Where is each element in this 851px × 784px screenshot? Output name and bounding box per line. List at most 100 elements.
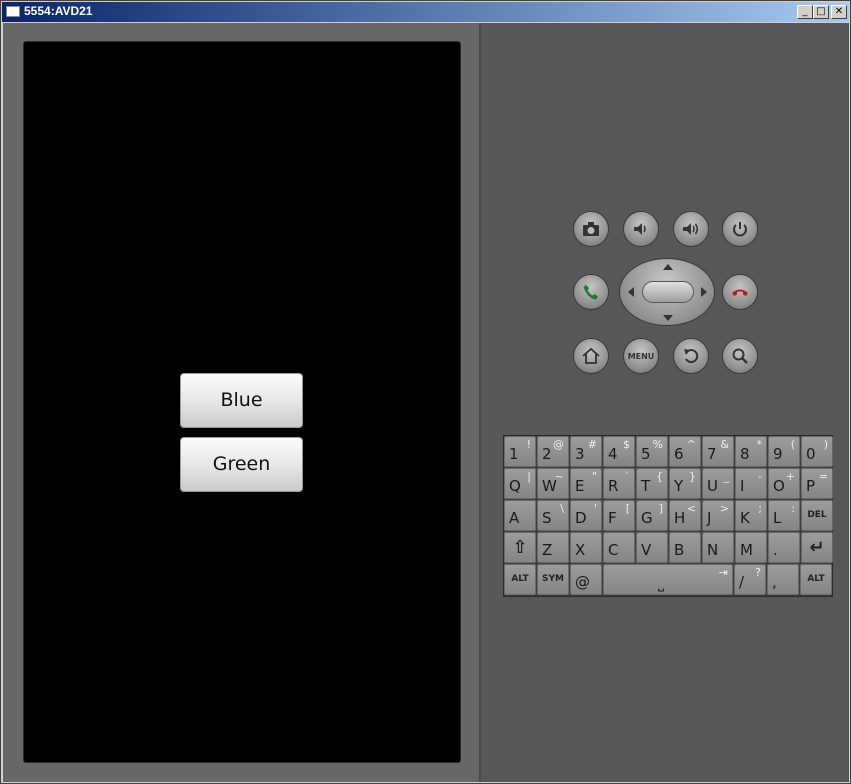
key-0[interactable]: 0) xyxy=(801,436,833,467)
maximize-button[interactable]: □ xyxy=(813,5,829,19)
key-q[interactable]: Q | xyxy=(504,468,536,499)
key-sublabel: # xyxy=(587,438,597,451)
key-z[interactable]: Z xyxy=(537,532,569,563)
key-label: ↵ xyxy=(809,537,825,558)
key-v[interactable]: V xyxy=(636,532,668,563)
key-a[interactable]: A xyxy=(504,500,536,531)
power-button[interactable] xyxy=(722,211,758,247)
key-l[interactable]: L: xyxy=(768,500,800,531)
back-button[interactable] xyxy=(673,338,709,374)
key-r[interactable]: R ` xyxy=(603,468,635,499)
volume-up-button[interactable] xyxy=(673,211,709,247)
key-label: . xyxy=(773,541,778,559)
key-j[interactable]: J > xyxy=(702,500,734,531)
key-sym[interactable]: SYM xyxy=(537,564,569,595)
key-d[interactable]: D ' xyxy=(570,500,602,531)
title-bar[interactable]: 5554:AVD21 _ □ ✕ xyxy=(2,2,849,22)
key-8[interactable]: 8 * xyxy=(735,436,767,467)
volume-down-button[interactable] xyxy=(623,211,659,247)
key-sublabel: ^ xyxy=(686,438,696,451)
key-label: D xyxy=(575,509,587,527)
key-7[interactable]: 7 & xyxy=(702,436,734,467)
key-sublabel: @ xyxy=(553,438,564,451)
key-label: I xyxy=(740,477,745,495)
dpad-left-icon[interactable] xyxy=(628,287,634,297)
key-s[interactable]: S \ xyxy=(537,500,569,531)
close-button[interactable]: ✕ xyxy=(831,5,847,19)
key-label: U xyxy=(707,477,718,495)
key-sublabel: - xyxy=(758,470,762,483)
dpad-up-icon[interactable] xyxy=(663,264,673,270)
dpad[interactable] xyxy=(619,258,715,326)
key-u[interactable]: U _ xyxy=(702,468,734,499)
key-n[interactable]: N xyxy=(702,532,734,563)
key-2[interactable]: 2 @ xyxy=(537,436,569,467)
camera-button[interactable] xyxy=(573,211,609,247)
key-label: V xyxy=(641,541,652,559)
device-screen[interactable]: Blue Green xyxy=(23,41,461,763)
key-1[interactable]: 1! xyxy=(504,436,536,467)
key-sublabel: ~ xyxy=(554,470,564,483)
end-call-button[interactable] xyxy=(722,274,758,310)
dpad-right-icon[interactable] xyxy=(701,287,707,297)
key-↵[interactable]: ↵ xyxy=(801,532,833,563)
key-del[interactable]: DEL xyxy=(801,500,833,531)
key-⇧[interactable]: ⇧ xyxy=(504,532,536,563)
key-label: G xyxy=(641,509,653,527)
key-i[interactable]: I- xyxy=(735,468,767,499)
key-k[interactable]: K; xyxy=(735,500,767,531)
minimize-button[interactable]: _ xyxy=(797,5,813,19)
key-e[interactable]: E " xyxy=(570,468,602,499)
device-frame: Blue Green xyxy=(3,23,481,782)
home-button[interactable] xyxy=(573,338,609,374)
key-c[interactable]: C xyxy=(603,532,635,563)
key-4[interactable]: 4 $ xyxy=(603,436,635,467)
key-y[interactable]: Y} xyxy=(669,468,701,499)
key-3[interactable]: 3 # xyxy=(570,436,602,467)
tab-icon: ⇥ xyxy=(718,566,728,579)
call-button[interactable] xyxy=(573,274,609,310)
key-comma[interactable]: , xyxy=(767,564,799,595)
dpad-center-button[interactable] xyxy=(642,281,694,303)
search-button[interactable] xyxy=(722,338,758,374)
key-alt-right[interactable]: ALT xyxy=(800,564,832,595)
key-label: L xyxy=(773,509,782,527)
dpad-down-icon[interactable] xyxy=(663,315,673,321)
key-t[interactable]: T{ xyxy=(636,468,668,499)
key-sublabel: ; xyxy=(758,502,762,515)
key-x[interactable]: X xyxy=(570,532,602,563)
key-sublabel: < xyxy=(686,502,696,515)
key-label: H xyxy=(674,509,686,527)
key-label: 0 xyxy=(806,445,816,463)
key-h[interactable]: H < xyxy=(669,500,701,531)
key-space[interactable]: ⎵ ⇥ xyxy=(603,564,733,595)
key-label: J xyxy=(707,509,712,527)
window-title: 5554:AVD21 xyxy=(24,4,93,18)
key-.[interactable]: . xyxy=(768,532,800,563)
key-alt-left[interactable]: ALT xyxy=(504,564,536,595)
menu-label: MENU xyxy=(627,351,655,361)
key-label: B xyxy=(674,541,685,559)
key-9[interactable]: 9( xyxy=(768,436,800,467)
camera-icon xyxy=(583,222,599,236)
key-o[interactable]: O + xyxy=(768,468,800,499)
volume-down-icon xyxy=(634,223,646,235)
key-label: R xyxy=(608,477,619,495)
key-5[interactable]: 5% xyxy=(636,436,668,467)
key-b[interactable]: B xyxy=(669,532,701,563)
key-sublabel: " xyxy=(591,470,597,483)
key-sublabel: + xyxy=(785,470,795,483)
key-at[interactable]: @ xyxy=(570,564,602,595)
blue-button[interactable]: Blue xyxy=(180,373,303,428)
key-m[interactable]: M xyxy=(735,532,767,563)
green-button[interactable]: Green xyxy=(180,437,303,492)
key-label: P xyxy=(806,477,816,495)
key-w[interactable]: W ~ xyxy=(537,468,569,499)
key-f[interactable]: F[ xyxy=(603,500,635,531)
menu-button[interactable]: MENU xyxy=(623,338,659,374)
key-slash[interactable]: / ? xyxy=(734,564,766,595)
key-6[interactable]: 6 ^ xyxy=(669,436,701,467)
key-g[interactable]: G] xyxy=(636,500,668,531)
key-p[interactable]: P = xyxy=(801,468,833,499)
key-sublabel: ! xyxy=(526,438,531,451)
